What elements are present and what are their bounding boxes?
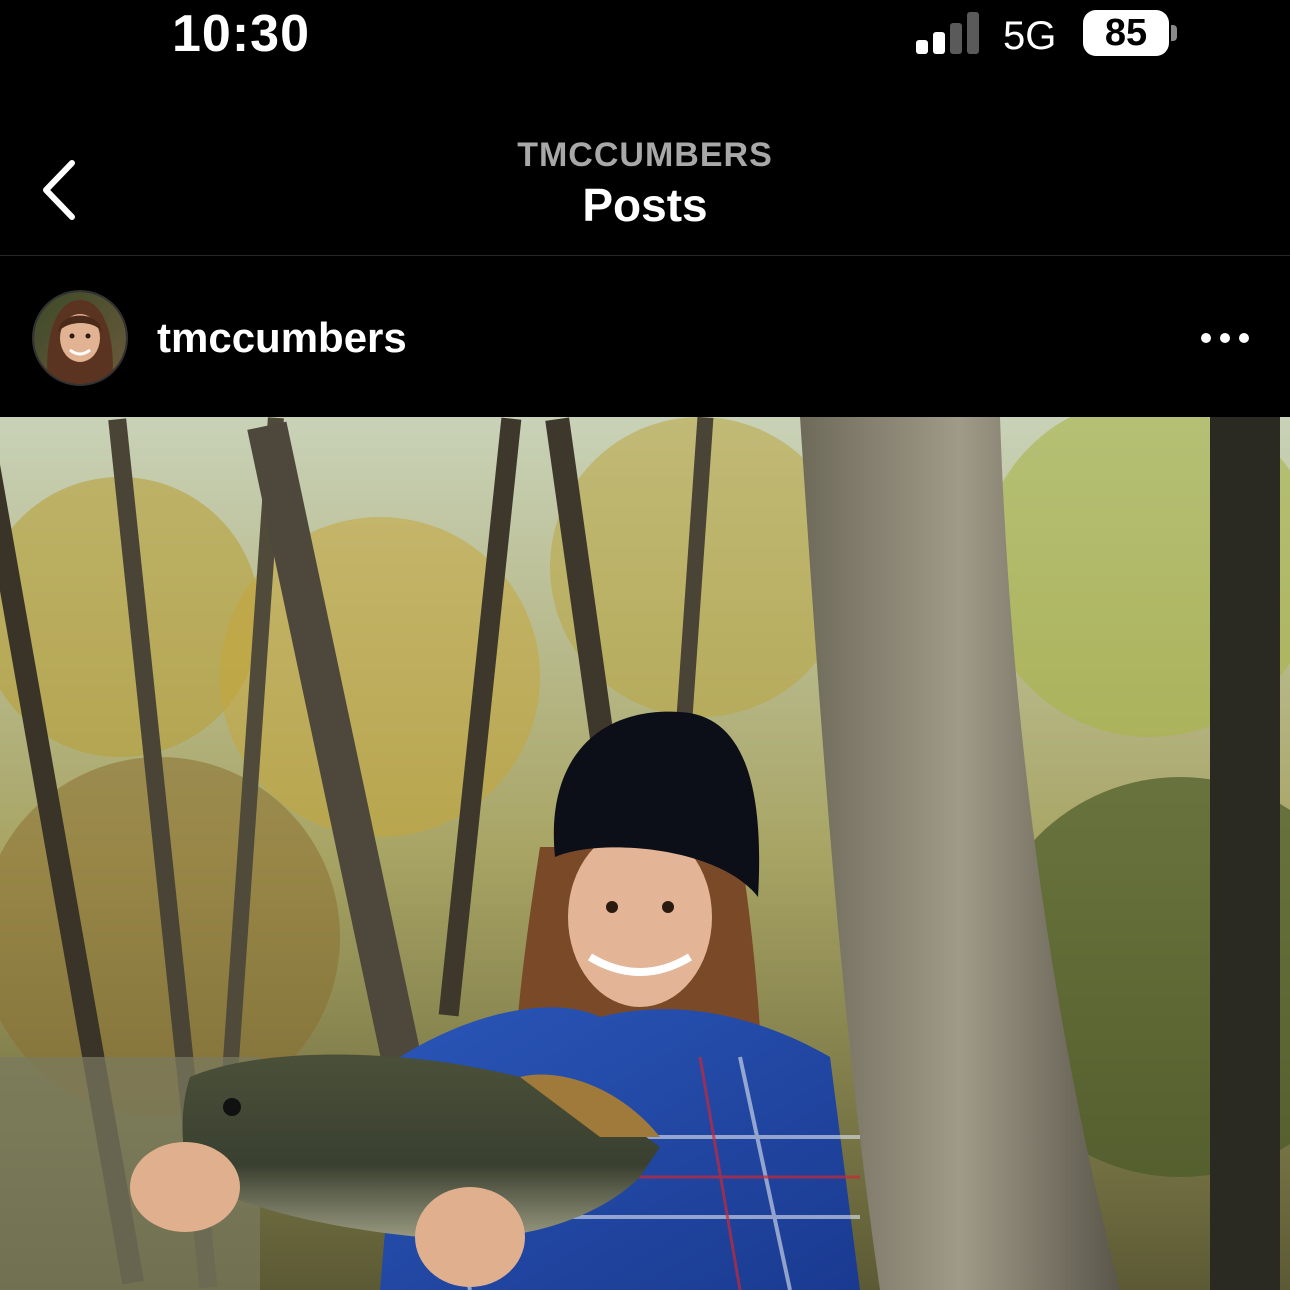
app-screen: 10:30 5G 85 TMCCUMBERS Posts tmccumbers (0, 0, 1290, 1290)
post-header: tmccumbers (0, 256, 1290, 416)
avatar-image (34, 292, 126, 384)
status-time: 10:30 (172, 5, 310, 63)
page-title: Posts (582, 179, 708, 231)
post-photo[interactable] (0, 417, 1290, 1290)
battery-tip (1171, 25, 1177, 41)
battery-level: 85 (1104, 12, 1148, 54)
battery-icon: 85 (1083, 10, 1169, 56)
status-bar: 10:30 5G 85 (0, 0, 1290, 80)
network-type: 5G (1003, 14, 1057, 58)
more-options-button[interactable] (1190, 318, 1260, 358)
more-horizontal-icon (1201, 333, 1249, 343)
cellular-signal-icon (916, 12, 979, 54)
post-username[interactable]: tmccumbers (157, 314, 407, 362)
nav-subtitle: TMCCUMBERS (517, 136, 773, 174)
avatar[interactable] (32, 290, 128, 386)
nav-header: TMCCUMBERS Posts (0, 120, 1290, 255)
post-image (0, 417, 1290, 1290)
